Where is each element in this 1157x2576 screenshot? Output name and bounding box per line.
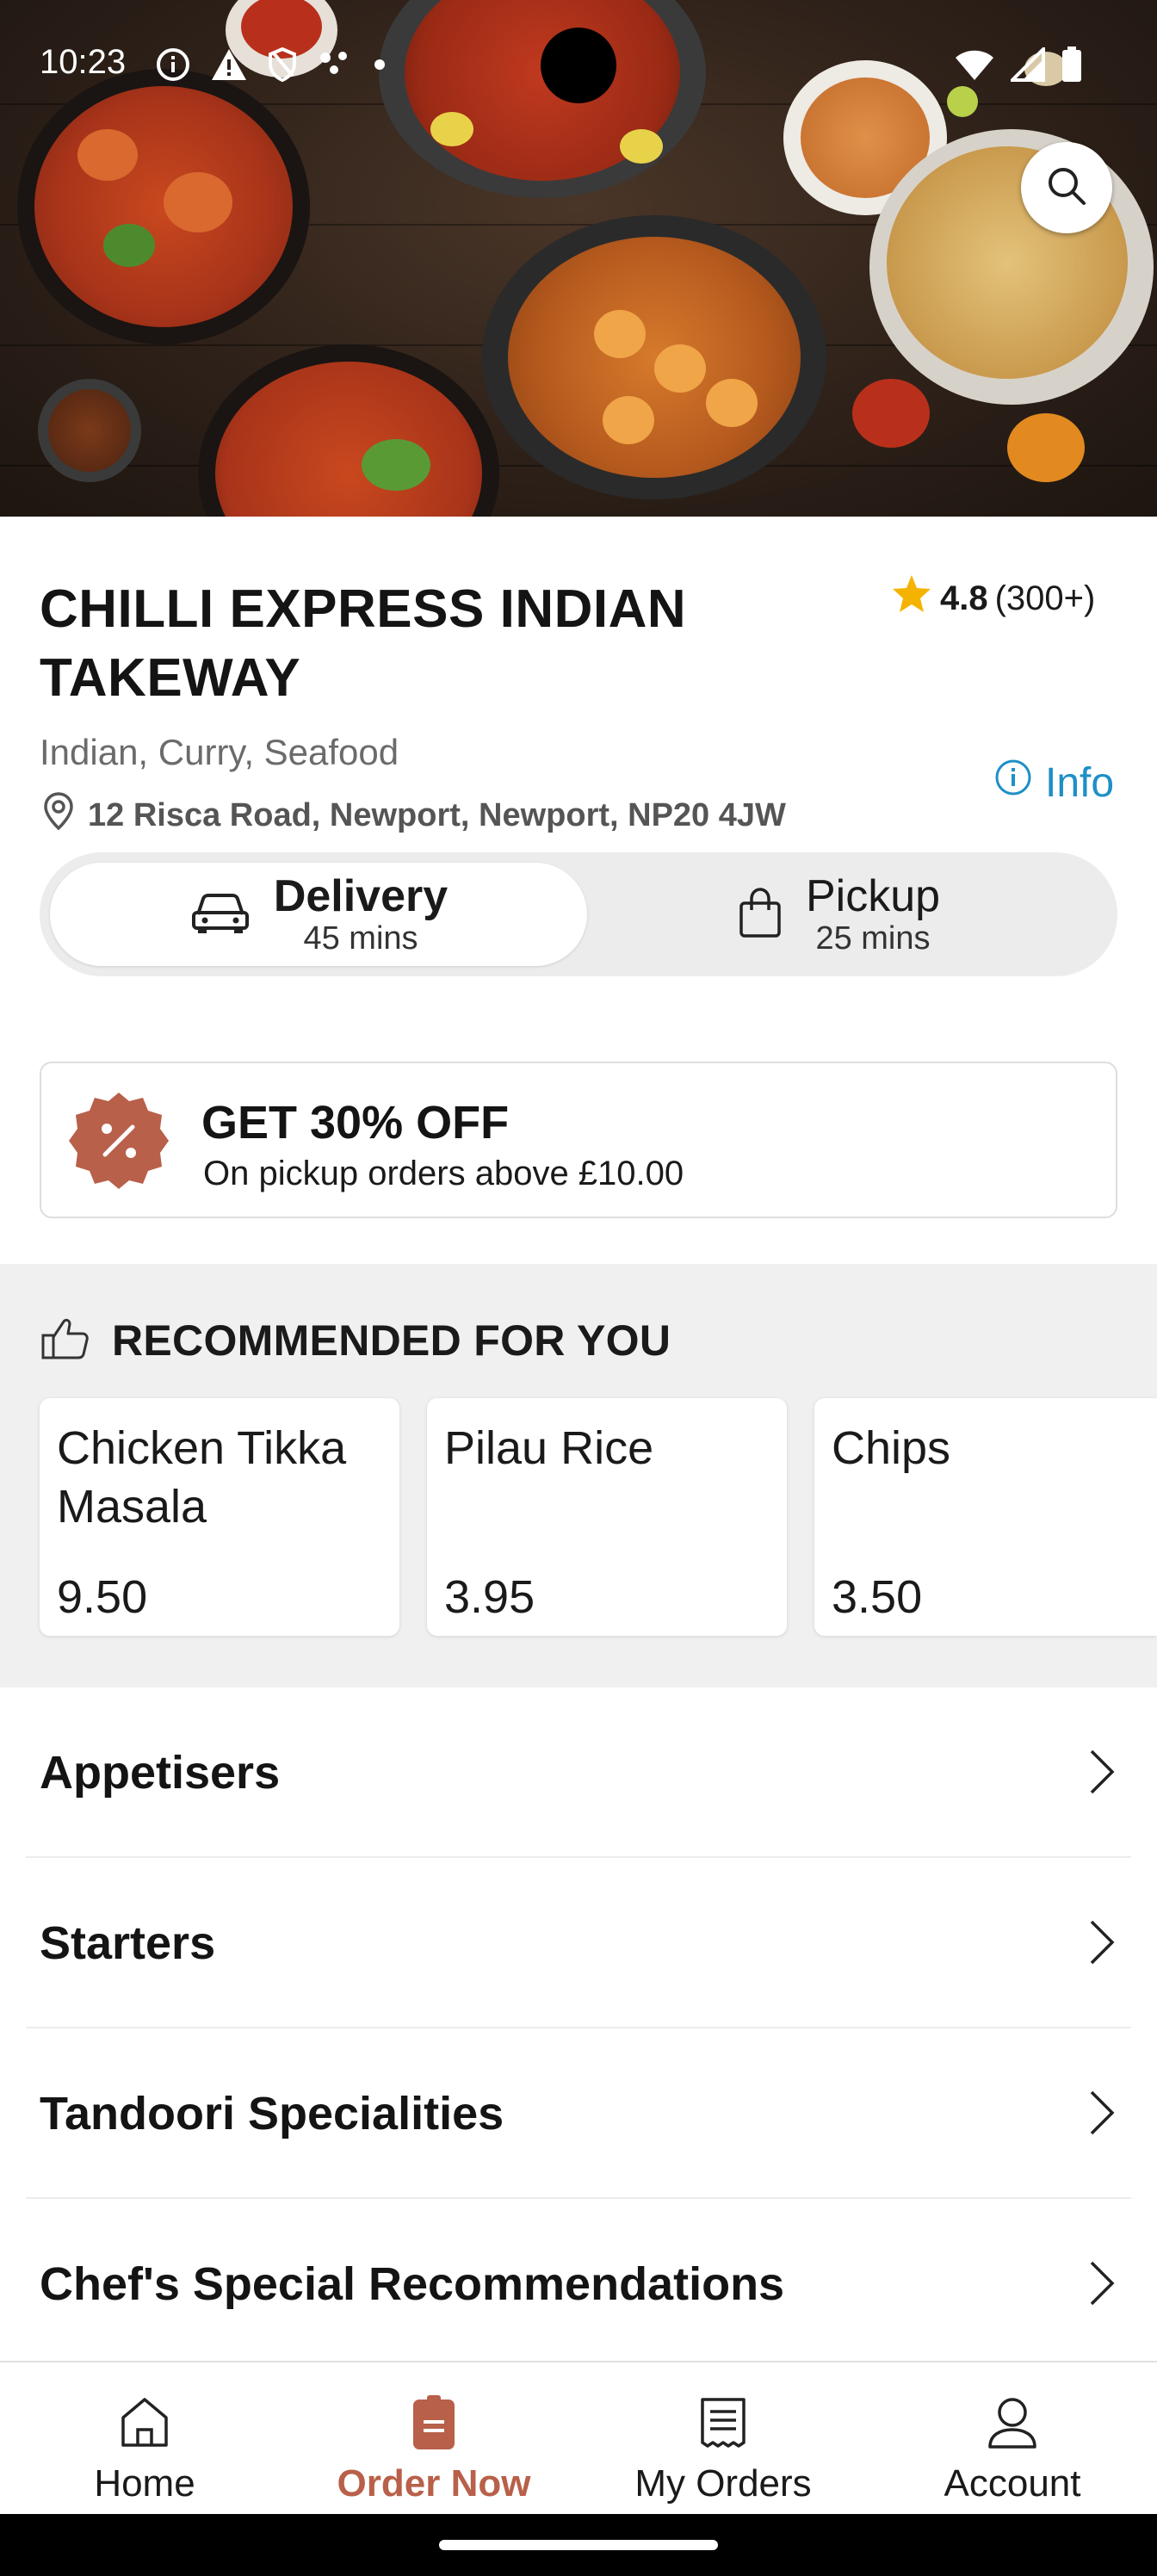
dots-status-icon xyxy=(317,47,355,86)
category-label: Tandoori Specialities xyxy=(40,2088,504,2139)
chevron-right-icon xyxy=(1085,2257,1119,2309)
order-clipboard-icon xyxy=(403,2392,465,2454)
recommended-item[interactable]: Pilau Rice 3.95 xyxy=(427,1398,787,1636)
recommended-item-name: Chips xyxy=(832,1422,951,1474)
category-label: Appetisers xyxy=(40,1747,281,1799)
offer-subtitle: On pickup orders above £10.00 xyxy=(203,1155,684,1192)
system-gesture-bar xyxy=(0,2514,1157,2576)
offer-card[interactable]: GET 30% OFF On pickup orders above £10.0… xyxy=(40,1062,1117,1218)
offer-title: GET 30% OFF xyxy=(201,1097,510,1149)
recommended-header: RECOMMENDED FOR YOU xyxy=(40,1316,671,1365)
warning-status-icon xyxy=(210,47,248,86)
nav-label: My Orders xyxy=(634,2462,812,2505)
nav-my-orders[interactable]: My Orders xyxy=(578,2362,868,2516)
cuisine-tags: Indian, Curry, Seafood xyxy=(40,732,399,772)
recommended-item-price: 9.50 xyxy=(57,1571,148,1623)
recommended-title: RECOMMENDED FOR YOU xyxy=(112,1316,671,1365)
discount-badge-icon xyxy=(67,1089,170,1192)
pickup-label: Pickup xyxy=(805,870,941,921)
info-link[interactable]: Info xyxy=(993,758,1114,808)
restaurant-address: 12 Risca Road, Newport, Newport, NP20 4J… xyxy=(40,790,786,840)
delivery-time: 45 mins xyxy=(303,920,418,957)
recommended-item-price: 3.95 xyxy=(444,1571,535,1623)
location-pin-icon xyxy=(40,790,77,840)
shield-status-icon xyxy=(267,46,298,87)
chevron-right-icon xyxy=(1085,2087,1119,2139)
home-gesture-handle[interactable] xyxy=(439,2540,718,2550)
delivery-label: Delivery xyxy=(273,870,449,921)
chevron-right-icon xyxy=(1085,1917,1119,1968)
notification-dot-icon xyxy=(374,59,386,75)
info-status-icon xyxy=(155,46,191,87)
category-row-chefs-special[interactable]: Chef's Special Recommendations xyxy=(26,2199,1131,2369)
fulfilment-toggle: Delivery 45 mins Pickup 25 mins xyxy=(40,852,1117,976)
status-time: 10:23 xyxy=(40,43,127,81)
chevron-right-icon xyxy=(1085,1746,1119,1798)
rating-value: 4.8 xyxy=(940,579,988,617)
delivery-option[interactable]: Delivery 45 mins xyxy=(50,863,587,966)
star-icon xyxy=(890,573,933,623)
signal-icon xyxy=(1008,45,1045,86)
recommended-item[interactable]: Chips 3.50 xyxy=(814,1398,1157,1636)
address-text: 12 Risca Road, Newport, Newport, NP20 4J… xyxy=(88,796,786,833)
battery-icon xyxy=(1061,46,1083,87)
recommended-item-price: 3.50 xyxy=(832,1571,923,1623)
home-icon xyxy=(114,2392,176,2454)
category-label: Chef's Special Recommendations xyxy=(40,2258,785,2310)
camera-cutout xyxy=(541,28,616,103)
info-icon xyxy=(993,758,1033,808)
search-icon xyxy=(1044,164,1089,213)
recommended-item-name: Chicken Tikka Masala xyxy=(57,1422,347,1533)
recommended-item[interactable]: Chicken Tikka Masala 9.50 xyxy=(40,1398,399,1636)
status-bar: 10:23 xyxy=(0,0,1157,129)
category-row-tandoori-specialities[interactable]: Tandoori Specialities xyxy=(26,2028,1131,2199)
info-label: Info xyxy=(1045,759,1115,806)
nav-label: Order Now xyxy=(337,2462,531,2505)
receipt-icon xyxy=(692,2392,754,2454)
bottom-navigation: Home Order Now My Orders Account xyxy=(0,2361,1157,2514)
category-row-appetisers[interactable]: Appetisers xyxy=(26,1687,1131,1858)
rating-count: (300+) xyxy=(994,579,1096,617)
car-icon xyxy=(189,889,251,941)
wifi-icon xyxy=(954,47,995,86)
search-button[interactable] xyxy=(1021,142,1112,233)
pickup-time: 25 mins xyxy=(815,920,931,957)
user-icon xyxy=(981,2392,1043,2454)
recommended-section: RECOMMENDED FOR YOU Chicken Tikka Masala… xyxy=(0,1264,1157,1687)
rating: 4.8 (300+) xyxy=(890,573,1095,623)
recommended-item-name: Pilau Rice xyxy=(444,1422,654,1474)
shopping-bag-icon xyxy=(737,886,783,944)
pickup-option[interactable]: Pickup 25 mins xyxy=(570,863,1107,966)
restaurant-name: CHILLI EXPRESS INDIAN TAKEWAY xyxy=(40,579,687,708)
category-row-starters[interactable]: Starters xyxy=(26,1858,1131,2028)
nav-label: Account xyxy=(944,2462,1081,2505)
nav-label: Home xyxy=(94,2462,195,2505)
nav-order-now[interactable]: Order Now xyxy=(289,2362,578,2516)
thumbs-up-icon xyxy=(40,1316,90,1365)
nav-account[interactable]: Account xyxy=(868,2362,1157,2516)
nav-home[interactable]: Home xyxy=(0,2362,289,2516)
category-label: Starters xyxy=(40,1917,216,1969)
